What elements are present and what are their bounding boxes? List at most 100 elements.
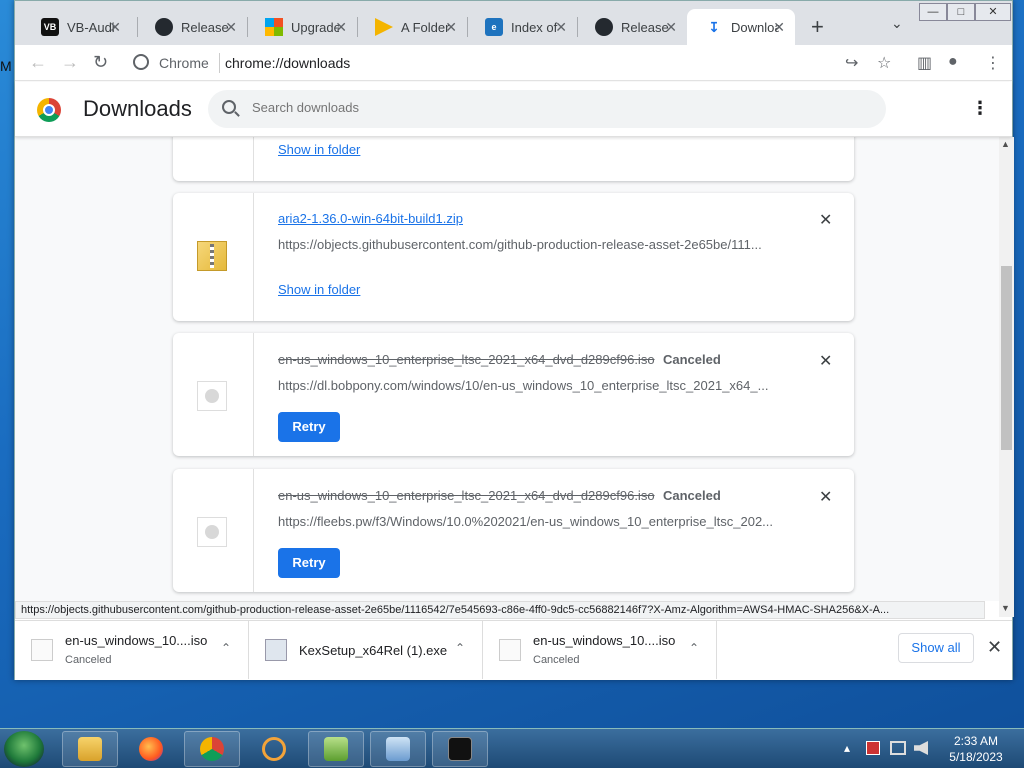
search-input[interactable] xyxy=(252,100,852,115)
tray-expand-icon[interactable]: ▴ xyxy=(844,741,850,755)
close-icon[interactable]: ✕ xyxy=(773,19,785,36)
close-icon[interactable]: ✕ xyxy=(445,19,457,36)
tab-title: Index of xyxy=(511,19,558,35)
iso-file-icon xyxy=(197,381,227,411)
scroll-down-arrow-icon[interactable]: ▼ xyxy=(1001,603,1010,613)
download-shelf: en-us_windows_10....iso Canceled ⌃ KexSe… xyxy=(15,620,1012,680)
tab-search-button[interactable]: ⌄ xyxy=(891,15,903,32)
github-icon xyxy=(595,18,613,36)
download-card: aria2-1.36.0-win-64bit-build1.zip https:… xyxy=(173,193,854,321)
address-divider xyxy=(219,53,220,73)
reload-button[interactable]: ↻ xyxy=(93,52,108,73)
notepadpp-taskbar-button[interactable] xyxy=(308,731,364,767)
desktop-edge-text: M xyxy=(0,58,12,74)
system-clock[interactable]: 2:33 AM 5/18/2023 xyxy=(944,733,1008,765)
tab-title: Downloads xyxy=(731,19,779,35)
tab-upgrade[interactable]: Upgrade ✕ xyxy=(247,9,357,45)
download-filename: en-us_windows_10_enterprise_ltsc_2021_x6… xyxy=(278,352,655,367)
download-icon: ↧ xyxy=(708,18,720,35)
chevron-up-icon[interactable]: ⌃ xyxy=(221,641,231,655)
retry-button[interactable]: Retry xyxy=(278,412,340,442)
downloads-header: Downloads ⋮ xyxy=(15,82,1012,137)
explorer-icon xyxy=(78,737,102,761)
cmd-taskbar-button[interactable] xyxy=(432,731,488,767)
tab-title: Release xyxy=(621,19,669,35)
shelf-item-name: en-us_windows_10....iso xyxy=(533,633,676,648)
address-bar[interactable]: Chrome chrome://downloads xyxy=(127,49,887,77)
remove-icon[interactable]: ✕ xyxy=(819,210,832,230)
page-scrollbar[interactable]: ▲ ▼ xyxy=(999,137,1014,617)
tab-releases[interactable]: Releases ✕ xyxy=(137,9,247,45)
download-filename: en-us_windows_10_enterprise_ltsc_2021_x6… xyxy=(278,488,655,503)
file-thumbnail xyxy=(173,193,254,321)
close-icon[interactable]: ✕ xyxy=(109,19,121,36)
shelf-item[interactable]: en-us_windows_10....iso Canceled ⌃ xyxy=(15,621,249,679)
control-panel-icon xyxy=(386,737,410,761)
network-icon[interactable] xyxy=(890,741,906,755)
close-icon[interactable]: ✕ xyxy=(335,19,347,36)
share-icon[interactable]: ↪ xyxy=(845,53,858,73)
search-tool-icon xyxy=(262,737,286,761)
show-in-folder-link[interactable]: Show in folder xyxy=(278,282,360,297)
scroll-thumb[interactable] xyxy=(1001,266,1012,450)
shelf-item-name: KexSetup_x64Rel (1).exe xyxy=(299,643,448,658)
back-button[interactable]: ← xyxy=(29,52,47,73)
profile-avatar-icon[interactable]: ● xyxy=(948,53,958,71)
chrome-taskbar-button[interactable] xyxy=(184,731,240,767)
shelf-item[interactable]: KexSetup_x64Rel (1).exe ⌃ xyxy=(249,621,483,679)
download-filename[interactable]: aria2-1.36.0-win-64bit-build1.zip xyxy=(278,211,463,226)
search-icon[interactable] xyxy=(222,100,236,114)
browser-menu-icon[interactable]: ⋮ xyxy=(985,53,1001,73)
tab-vb-audio[interactable]: VB VB-Audio ✕ xyxy=(23,9,131,45)
close-icon[interactable]: ✕ xyxy=(225,19,237,36)
tab-downloads[interactable]: ↧ Downloads ✕ xyxy=(687,9,795,45)
ie-icon: e xyxy=(485,18,503,36)
firefox-icon xyxy=(139,737,163,761)
retry-button[interactable]: Retry xyxy=(278,548,340,578)
vb-audio-icon: VB xyxy=(41,18,59,36)
bookmark-star-icon[interactable]: ☆ xyxy=(877,53,891,73)
control-panel-taskbar-button[interactable] xyxy=(370,731,426,767)
volume-muted-icon[interactable] xyxy=(914,741,928,755)
explorer-taskbar-button[interactable] xyxy=(62,731,118,767)
close-window-button[interactable]: ✕ xyxy=(975,3,1011,21)
zip-file-icon xyxy=(197,241,227,271)
tab-release[interactable]: Release ✕ xyxy=(577,9,687,45)
page-title: Downloads xyxy=(83,96,192,121)
browser-toolbar: ← → ↻ Chrome chrome://downloads ↪ ☆ ▥ ● … xyxy=(15,45,1012,81)
address-url[interactable]: chrome://downloads xyxy=(225,55,350,71)
chrome-page-icon xyxy=(133,54,149,70)
chevron-up-icon[interactable]: ⌃ xyxy=(455,641,465,655)
close-shelf-icon[interactable]: ✕ xyxy=(987,637,1002,658)
tab-title: VB-Audio xyxy=(67,19,115,35)
tab-strip: VB VB-Audio ✕ Releases ✕ Upgrade ✕ A Fol… xyxy=(15,1,1012,45)
chevron-up-icon[interactable]: ⌃ xyxy=(689,641,699,655)
scroll-up-arrow-icon[interactable]: ▲ xyxy=(1001,139,1010,149)
maximize-button[interactable]: □ xyxy=(947,3,975,21)
close-icon[interactable]: ✕ xyxy=(665,19,677,36)
show-all-button[interactable]: Show all xyxy=(898,633,974,663)
tab-title: Releases xyxy=(181,19,229,35)
new-tab-button[interactable]: + xyxy=(811,14,824,40)
side-panel-icon[interactable]: ▥ xyxy=(917,53,932,73)
tab-a-folder[interactable]: A Folder ✕ xyxy=(357,9,467,45)
more-actions-icon[interactable]: ⋮ xyxy=(971,98,989,119)
shelf-item[interactable]: en-us_windows_10....iso Canceled ⌃ xyxy=(483,621,717,679)
github-icon xyxy=(155,18,173,36)
minimize-button[interactable]: — xyxy=(919,3,947,21)
search-downloads-box[interactable] xyxy=(208,90,886,128)
tab-index-of[interactable]: e Index of ✕ xyxy=(467,9,577,45)
exe-file-icon xyxy=(265,639,287,661)
show-in-folder-link[interactable]: Show in folder xyxy=(278,142,360,157)
remove-icon[interactable]: ✕ xyxy=(819,351,832,371)
chrome-window: VB VB-Audio ✕ Releases ✕ Upgrade ✕ A Fol… xyxy=(14,0,1014,680)
notepadpp-icon xyxy=(324,737,348,761)
forward-button[interactable]: → xyxy=(61,52,79,73)
search-tool-taskbar-button[interactable] xyxy=(246,731,302,767)
remove-icon[interactable]: ✕ xyxy=(819,487,832,507)
cmd-icon xyxy=(448,737,472,761)
close-icon[interactable]: ✕ xyxy=(555,19,567,36)
firefox-taskbar-button[interactable] xyxy=(123,731,179,767)
action-center-flag-icon[interactable] xyxy=(866,741,880,755)
start-button[interactable] xyxy=(4,731,44,767)
